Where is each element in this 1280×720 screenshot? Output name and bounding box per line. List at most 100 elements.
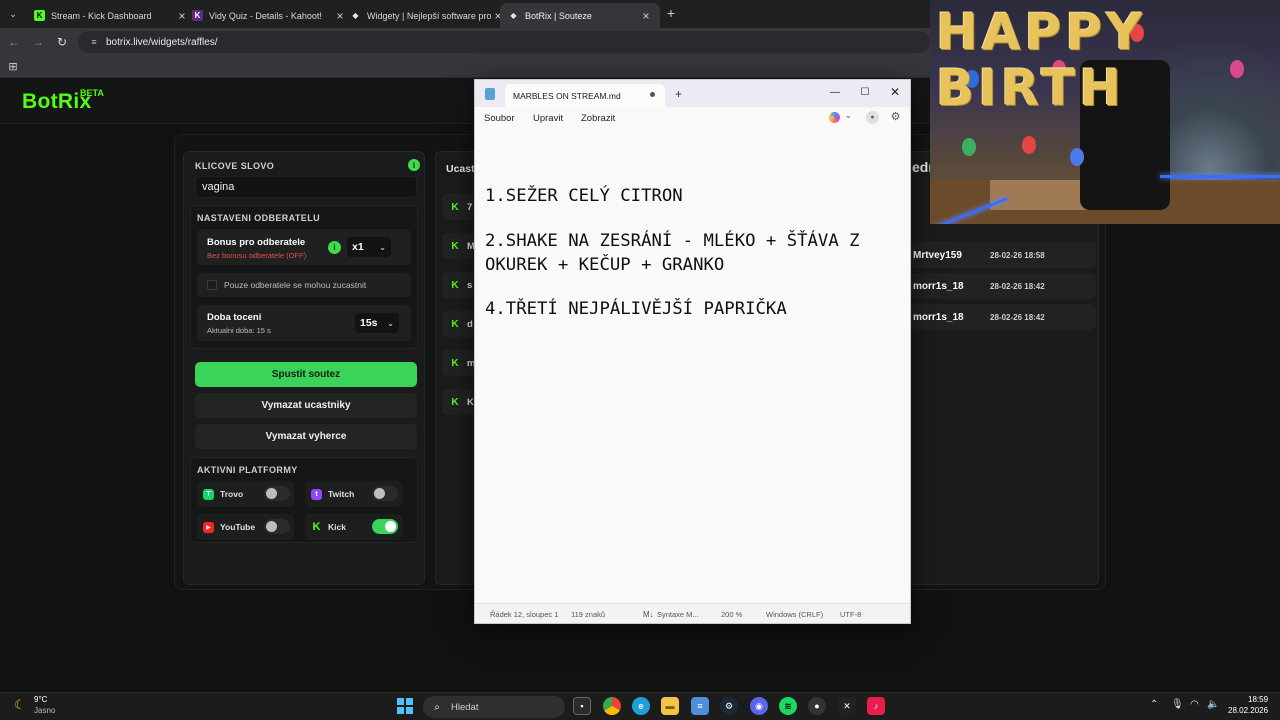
winner-time: 28-02-26 18:42: [990, 313, 1045, 322]
platform-name: Kick: [328, 522, 346, 532]
tab-title: BotRix | Souteze: [525, 10, 592, 21]
start-raffle-button[interactable]: Spustit soutez: [195, 362, 417, 387]
close-icon[interactable]: ✕: [885, 83, 905, 101]
back-icon[interactable]: ←: [6, 34, 22, 50]
search-placeholder: Hledat: [451, 701, 479, 713]
notepad-tab[interactable]: MARBLES ON STREAM.md: [505, 84, 665, 107]
spotify-icon[interactable]: ≋: [779, 697, 797, 715]
platform-trovo: T Trovo: [197, 481, 294, 507]
editor-line: 1.SEŽER CELÝ CITRON: [485, 186, 683, 206]
microphone-icon[interactable]: 🎙: [1171, 699, 1184, 710]
winner-time: 28-02-26 18:42: [990, 282, 1045, 291]
chevron-down-icon: ⌄: [387, 318, 394, 328]
discord-icon[interactable]: ◉: [750, 697, 768, 715]
steam-icon[interactable]: ⚙: [720, 697, 738, 715]
info-icon[interactable]: i: [328, 241, 341, 254]
tab-botrix-souteze[interactable]: ◆ BotRix | Souteze ×: [500, 3, 660, 28]
kahoot-icon: K: [192, 10, 203, 21]
trovo-toggle[interactable]: [264, 486, 290, 501]
minimize-icon[interactable]: —: [825, 83, 845, 101]
weather-temp[interactable]: 9°C: [34, 695, 47, 704]
unsaved-dot-icon[interactable]: [650, 92, 655, 97]
new-tab-icon[interactable]: +: [675, 87, 682, 101]
close-tab-icon[interactable]: ×: [640, 9, 652, 23]
reload-icon[interactable]: ↻: [54, 34, 70, 50]
obs-icon[interactable]: ●: [808, 697, 826, 715]
twitch-icon: t: [311, 488, 322, 500]
winner-name: Mrtvey159: [913, 250, 962, 261]
copilot-icon[interactable]: [829, 112, 840, 123]
char-count: 119 znaků: [571, 610, 606, 619]
address-bar[interactable]: ≡ botrix.live/widgets/raffles/: [78, 31, 930, 53]
notepad-app-icon[interactable]: ≡: [691, 697, 709, 715]
windows-start-icon[interactable]: [397, 698, 413, 714]
participant-name: s: [467, 279, 473, 291]
edge-icon[interactable]: e: [632, 697, 650, 715]
notepad-titlebar[interactable]: MARBLES ON STREAM.md + — ☐ ✕: [475, 80, 910, 107]
subs-only-label: Pouze odberatele se mohou zucastnit: [224, 280, 367, 290]
weather-moon-icon[interactable]: ☾: [12, 697, 28, 713]
line-ending[interactable]: Windows (CRLF): [766, 610, 823, 619]
tab-kick-dashboard[interactable]: K Stream - Kick Dashboard ×: [26, 3, 196, 28]
site-info-icon[interactable]: ≡: [88, 37, 100, 47]
zoom-level[interactable]: 200 %: [721, 610, 742, 619]
tiktok-icon[interactable]: ♪: [867, 697, 885, 715]
search-icon: ⌕: [434, 701, 440, 713]
twitch-toggle[interactable]: [372, 486, 398, 501]
subs-only-row[interactable]: Pouze odberatele se mohou zucastnit: [197, 273, 411, 297]
taskbar-search[interactable]: ⌕ Hledat: [423, 696, 565, 718]
winner-row: Mrtvey159 28-02-26 18:58: [910, 242, 1096, 268]
menu-edit[interactable]: Upravit: [533, 113, 563, 124]
windows-taskbar: ☾ 9°C Jasno ⌕ Hledat ▪ e ▬ ≡ ⚙ ◉ ≋ ● ✕ ♪…: [0, 692, 1280, 720]
subscriber-settings-group: NASTAVENI ODBERATELU Bonus pro odberatel…: [190, 205, 418, 349]
gear-icon[interactable]: ⚙: [889, 110, 902, 123]
balloon: [1070, 148, 1084, 166]
clear-participants-button[interactable]: Vymazat ucastniky: [195, 393, 417, 418]
weather-desc[interactable]: Jasno: [34, 706, 55, 715]
spin-duration-select[interactable]: 15s ⌄: [355, 313, 399, 333]
menu-view[interactable]: Zobrazit: [581, 113, 615, 124]
winner-time: 28-02-26 18:58: [990, 251, 1045, 260]
tab-search-icon[interactable]: ⌄: [6, 7, 20, 21]
tab-widgety[interactable]: ◆ Widgety | Nejlepší software pro ×: [342, 3, 512, 28]
clock-date[interactable]: 28.02.2026: [1228, 706, 1268, 715]
volume-icon[interactable]: 🔈: [1207, 699, 1219, 710]
bonus-row: Bonus pro odberatele Bez bonusu odberate…: [197, 229, 411, 265]
raffle-settings-panel: KLICOVE SLOVO i vagina NASTAVENI ODBERAT…: [183, 151, 425, 585]
clear-winners-button[interactable]: Vymazat vyherce: [195, 424, 417, 449]
platform-name: YouTube: [220, 522, 256, 532]
info-icon[interactable]: i: [408, 159, 420, 171]
youtube-toggle[interactable]: [264, 519, 290, 534]
youtube-icon: ▶: [203, 521, 214, 533]
platform-name: Trovo: [220, 489, 244, 499]
chrome-icon[interactable]: [603, 697, 621, 715]
new-tab-icon[interactable]: +: [664, 5, 678, 21]
bonus-sub: Bez bonusu odberatele (OFF): [207, 251, 307, 260]
encoding[interactable]: UTF-8: [840, 610, 861, 619]
winner-row: morr1s_18 28-02-26 18:42: [910, 273, 1096, 299]
task-view-icon[interactable]: ▪: [573, 697, 591, 715]
maximize-icon[interactable]: ☐: [855, 83, 875, 101]
chevron-up-icon[interactable]: ⌃: [1150, 699, 1158, 710]
apps-grid-icon[interactable]: ⊞: [7, 60, 19, 73]
chevron-down-icon[interactable]: ⌄: [845, 111, 852, 120]
bonus-multiplier-select[interactable]: x1 ⌄: [347, 237, 391, 257]
syntax-mode[interactable]: Syntaxe M...: [657, 610, 699, 619]
clock-time[interactable]: 18:59: [1248, 695, 1268, 704]
forward-icon[interactable]: →: [30, 34, 46, 50]
menu-file[interactable]: Soubor: [484, 113, 515, 124]
webcam-overlay: HAPPY BIRTH: [930, 0, 1280, 224]
browser-toolbar: ← → ↻ ≡ botrix.live/widgets/raffles/: [0, 28, 930, 56]
account-icon[interactable]: ●: [866, 111, 879, 124]
keyword-input[interactable]: vagina: [195, 176, 417, 198]
capcut-icon[interactable]: ✕: [838, 697, 856, 715]
tab-kahoot[interactable]: K Vidy Quiz - Details - Kahoot! ×: [184, 3, 354, 28]
platform-kick: K Kick: [305, 514, 402, 540]
subs-only-checkbox[interactable]: [207, 280, 217, 290]
file-explorer-icon[interactable]: ▬: [661, 697, 679, 715]
banner-line: HAPPY: [936, 3, 1147, 61]
wifi-icon[interactable]: ◠: [1190, 699, 1199, 710]
kick-icon: K: [312, 521, 321, 533]
kick-icon: K: [451, 240, 459, 252]
kick-toggle[interactable]: [372, 519, 398, 534]
